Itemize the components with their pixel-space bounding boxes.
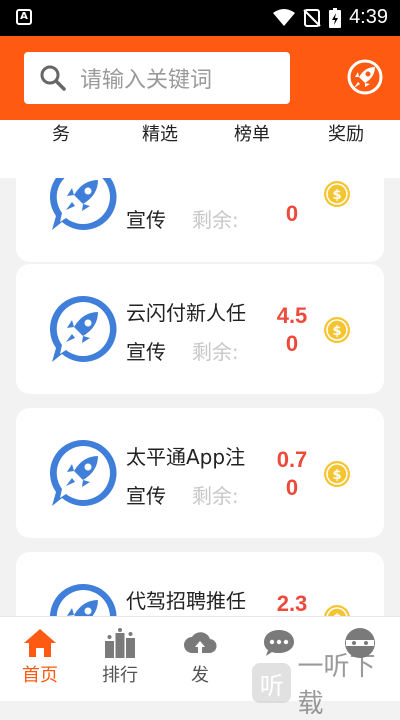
task-remaining: 剩余: [192,208,239,232]
system-icons: 4:39 [273,6,388,29]
wifi-icon [273,8,296,26]
task-card[interactable]: 云闪付新人任 宣传 剩余: 4.50 $ [16,264,384,394]
nav-ranking-label: 排行 [102,665,138,686]
svg-text:$: $ [332,324,341,339]
task-tag: 宣传 [126,484,166,508]
rocket-logo-icon [49,439,117,506]
task-list: 宣传 剩余: 0 $ 云闪付新人任 宣传 剩余: 4.50 $ 太平通App注 … [0,178,400,616]
rocket-logo-icon [50,178,117,230]
nav-ranking[interactable]: 排行 [85,627,155,687]
nav-publish[interactable]: 发 [165,627,235,687]
category-tabs: 务 精选 榜单 奖励 [0,120,400,178]
svg-text:$: $ [332,188,341,203]
search-input[interactable]: 请输入关键词 [24,52,290,104]
search-icon [40,65,66,91]
task-price: 4.50 [276,303,308,356]
coin-icon: $ [324,317,350,343]
app-header: 请输入关键词 [0,36,400,120]
watermark-logo-icon: 听 [252,663,292,703]
clock: 4:39 [349,6,388,28]
task-tag: 宣传 [126,340,166,364]
task-price: 2.3 [276,591,308,616]
task-tag: 宣传 [126,208,166,232]
rocket-logo-icon [49,295,117,362]
task-remaining: 剩余: [192,484,239,508]
task-card[interactable]: 宣传 剩余: 0 $ [16,178,384,262]
task-title: 云闪付新人任 [126,301,246,325]
task-price: 0 [285,201,299,226]
task-title: 太平通App注 [126,445,246,469]
svg-text:$: $ [332,468,341,483]
no-sim-icon [303,8,321,27]
task-card[interactable]: 代驾招聘推任 2.3 $ [16,552,384,616]
task-price: 0.70 [276,447,308,500]
coin-icon: $ [324,181,350,207]
publish-icon [184,632,217,654]
nav-publish-label: 发 [191,665,209,686]
task-remaining: 剩余: [192,340,239,364]
task-title: 代驾招聘推任 [126,589,246,613]
watermark-text: 一听下载 [297,652,376,719]
nav-home-label: 首页 [22,665,58,686]
rocket-icon[interactable] [346,58,384,96]
coin-icon: $ [324,605,350,616]
notification-a-icon: A [16,9,32,25]
coin-icon: $ [324,461,350,487]
ranking-icon [105,628,135,658]
nav-home[interactable]: 首页 [5,627,75,687]
status-bar: A 4:39 [0,0,400,36]
home-icon [24,629,56,657]
watermark: 听 一听下载 [252,646,400,720]
tab-ranking[interactable]: 榜单 [234,120,270,146]
search-placeholder: 请输入关键词 [80,68,213,93]
tab-task[interactable]: 务 [52,120,70,146]
tab-featured[interactable]: 精选 [142,120,178,146]
rocket-logo-icon [50,583,117,616]
tab-rewards[interactable]: 奖励 [328,120,364,146]
task-card[interactable]: 太平通App注 宣传 剩余: 0.70 $ [16,408,384,538]
battery-charging-icon [329,7,342,28]
